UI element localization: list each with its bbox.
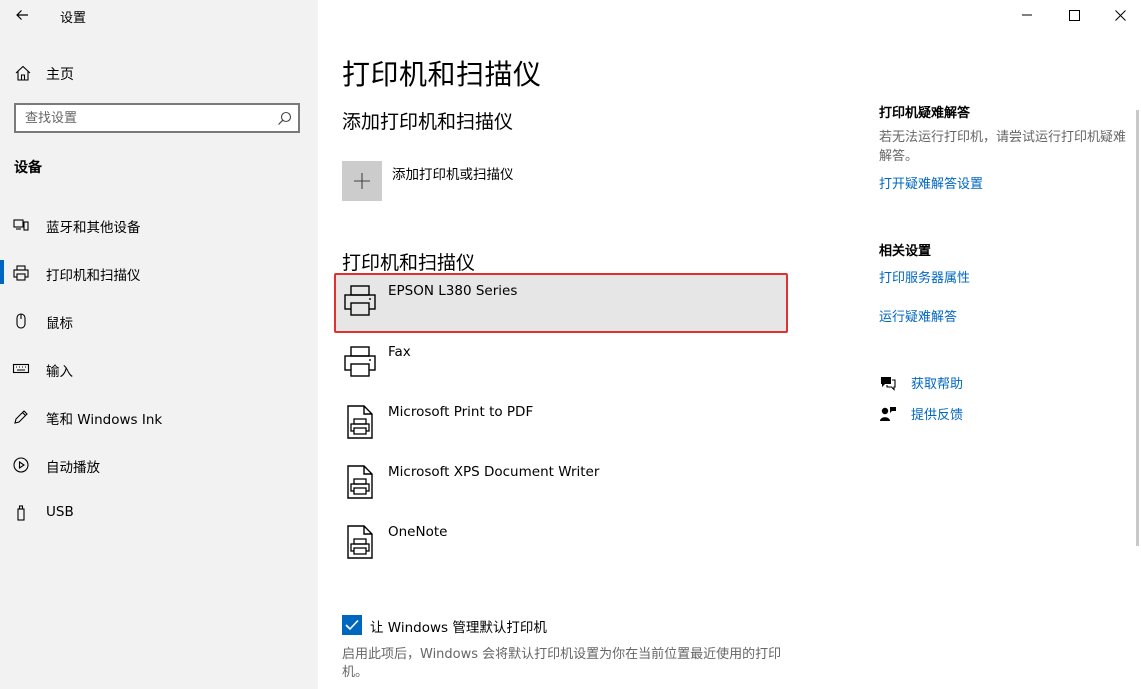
run-troubleshooter-link[interactable]: 运行疑难解答 [879,306,957,325]
mouse-icon [16,313,26,329]
printer-name: EPSON L380 Series [388,283,518,299]
minimize-icon [1022,14,1032,16]
sidebar-item-mouse[interactable]: 鼠标 [0,300,318,340]
sidebar-item-home[interactable]: 主页 [0,56,318,88]
help-chat-icon [881,377,896,391]
maximize-icon [1068,9,1080,21]
sidebar-item-label: 打印机和扫描仪 [46,268,141,284]
maximize-button[interactable] [1051,0,1097,30]
autoplay-icon [13,457,29,473]
printer-name: Fax [388,344,411,360]
document-printer-icon [347,465,373,499]
bluetooth-icon [13,219,29,231]
sidebar-item-autoplay[interactable]: 自动播放 [0,444,318,484]
default-printer-label[interactable]: 让 Windows 管理默认打印机 [370,616,547,636]
scrollbar[interactable] [1136,110,1139,546]
printer-icon [344,285,376,316]
sidebar-item-label: USB [46,504,74,520]
document-printer-icon [347,525,373,559]
section-label-devices: 设备 [14,160,42,176]
usb-icon [17,505,25,521]
sidebar-item-label: 蓝牙和其他设备 [46,220,141,236]
sidebar-item-pen[interactable]: 笔和 Windows Ink [0,396,318,436]
printer-item-xps[interactable]: Microsoft XPS Document Writer [334,454,788,514]
sidebar-item-label: 笔和 Windows Ink [46,412,163,428]
sidebar-item-bluetooth[interactable]: 蓝牙和其他设备 [0,204,318,244]
search-icon[interactable] [277,111,292,126]
window-title: 设置 [60,11,87,26]
search-input[interactable] [25,110,275,126]
printer-item-onenote[interactable]: OneNote [334,514,788,574]
close-icon [1114,9,1126,21]
feedback-icon [880,407,896,421]
add-section-title: 添加打印机和扫描仪 [342,111,514,133]
default-printer-checkbox[interactable] [342,615,362,635]
sidebar-item-label: 主页 [46,67,74,83]
default-printer-description: 启用此项后，Windows 会将默认打印机设置为你在当前位置最近使用的打印机。 [342,647,782,680]
printer-item-epson[interactable]: EPSON L380 Series [334,273,788,333]
troubleshoot-text: 若无法运行打印机，请尝试运行打印机疑难解答。 [879,130,1127,164]
printer-name: Microsoft XPS Document Writer [388,464,600,480]
add-printer-button[interactable] [342,161,382,201]
add-printer-label[interactable]: 添加打印机或扫描仪 [392,163,514,183]
related-settings-title: 相关设置 [879,244,932,259]
home-icon [15,65,31,81]
back-button[interactable] [8,4,36,26]
sidebar-item-printers[interactable]: 打印机和扫描仪 [0,252,318,292]
document-printer-icon [347,405,373,439]
printer-item-pdf[interactable]: Microsoft Print to PDF [334,394,788,454]
sidebar-item-label: 鼠标 [46,316,73,332]
sidebar-item-label: 输入 [46,364,73,380]
get-help-label: 获取帮助 [911,377,964,392]
minimize-button[interactable] [1004,0,1050,30]
close-button[interactable] [1097,0,1141,30]
print-server-properties-link[interactable]: 打印服务器属性 [879,267,970,286]
troubleshoot-title: 打印机疑难解答 [879,106,971,121]
printer-name: Microsoft Print to PDF [388,404,534,420]
printer-name: OneNote [388,524,448,540]
plus-icon [354,173,370,189]
sidebar-item-typing[interactable]: 输入 [0,348,318,388]
printer-icon [13,265,29,281]
troubleshoot-settings-link[interactable]: 打开疑难解答设置 [879,173,983,192]
sidebar: 设置 主页 设备 蓝牙和其他设备 打印机和扫描仪 [0,0,318,689]
checkmark-icon [345,619,359,631]
keyboard-icon [12,363,30,374]
sidebar-item-label: 自动播放 [46,460,100,476]
search-box [14,103,300,133]
give-feedback-label: 提供反馈 [911,408,964,423]
back-arrow-icon [16,10,28,20]
pen-icon [14,410,28,424]
sidebar-item-usb[interactable]: USB [0,492,318,532]
printers-section-title: 打印机和扫描仪 [342,252,476,274]
printer-item-fax[interactable]: Fax [334,334,788,394]
printer-icon [344,346,376,377]
page-title: 打印机和扫描仪 [342,58,542,91]
